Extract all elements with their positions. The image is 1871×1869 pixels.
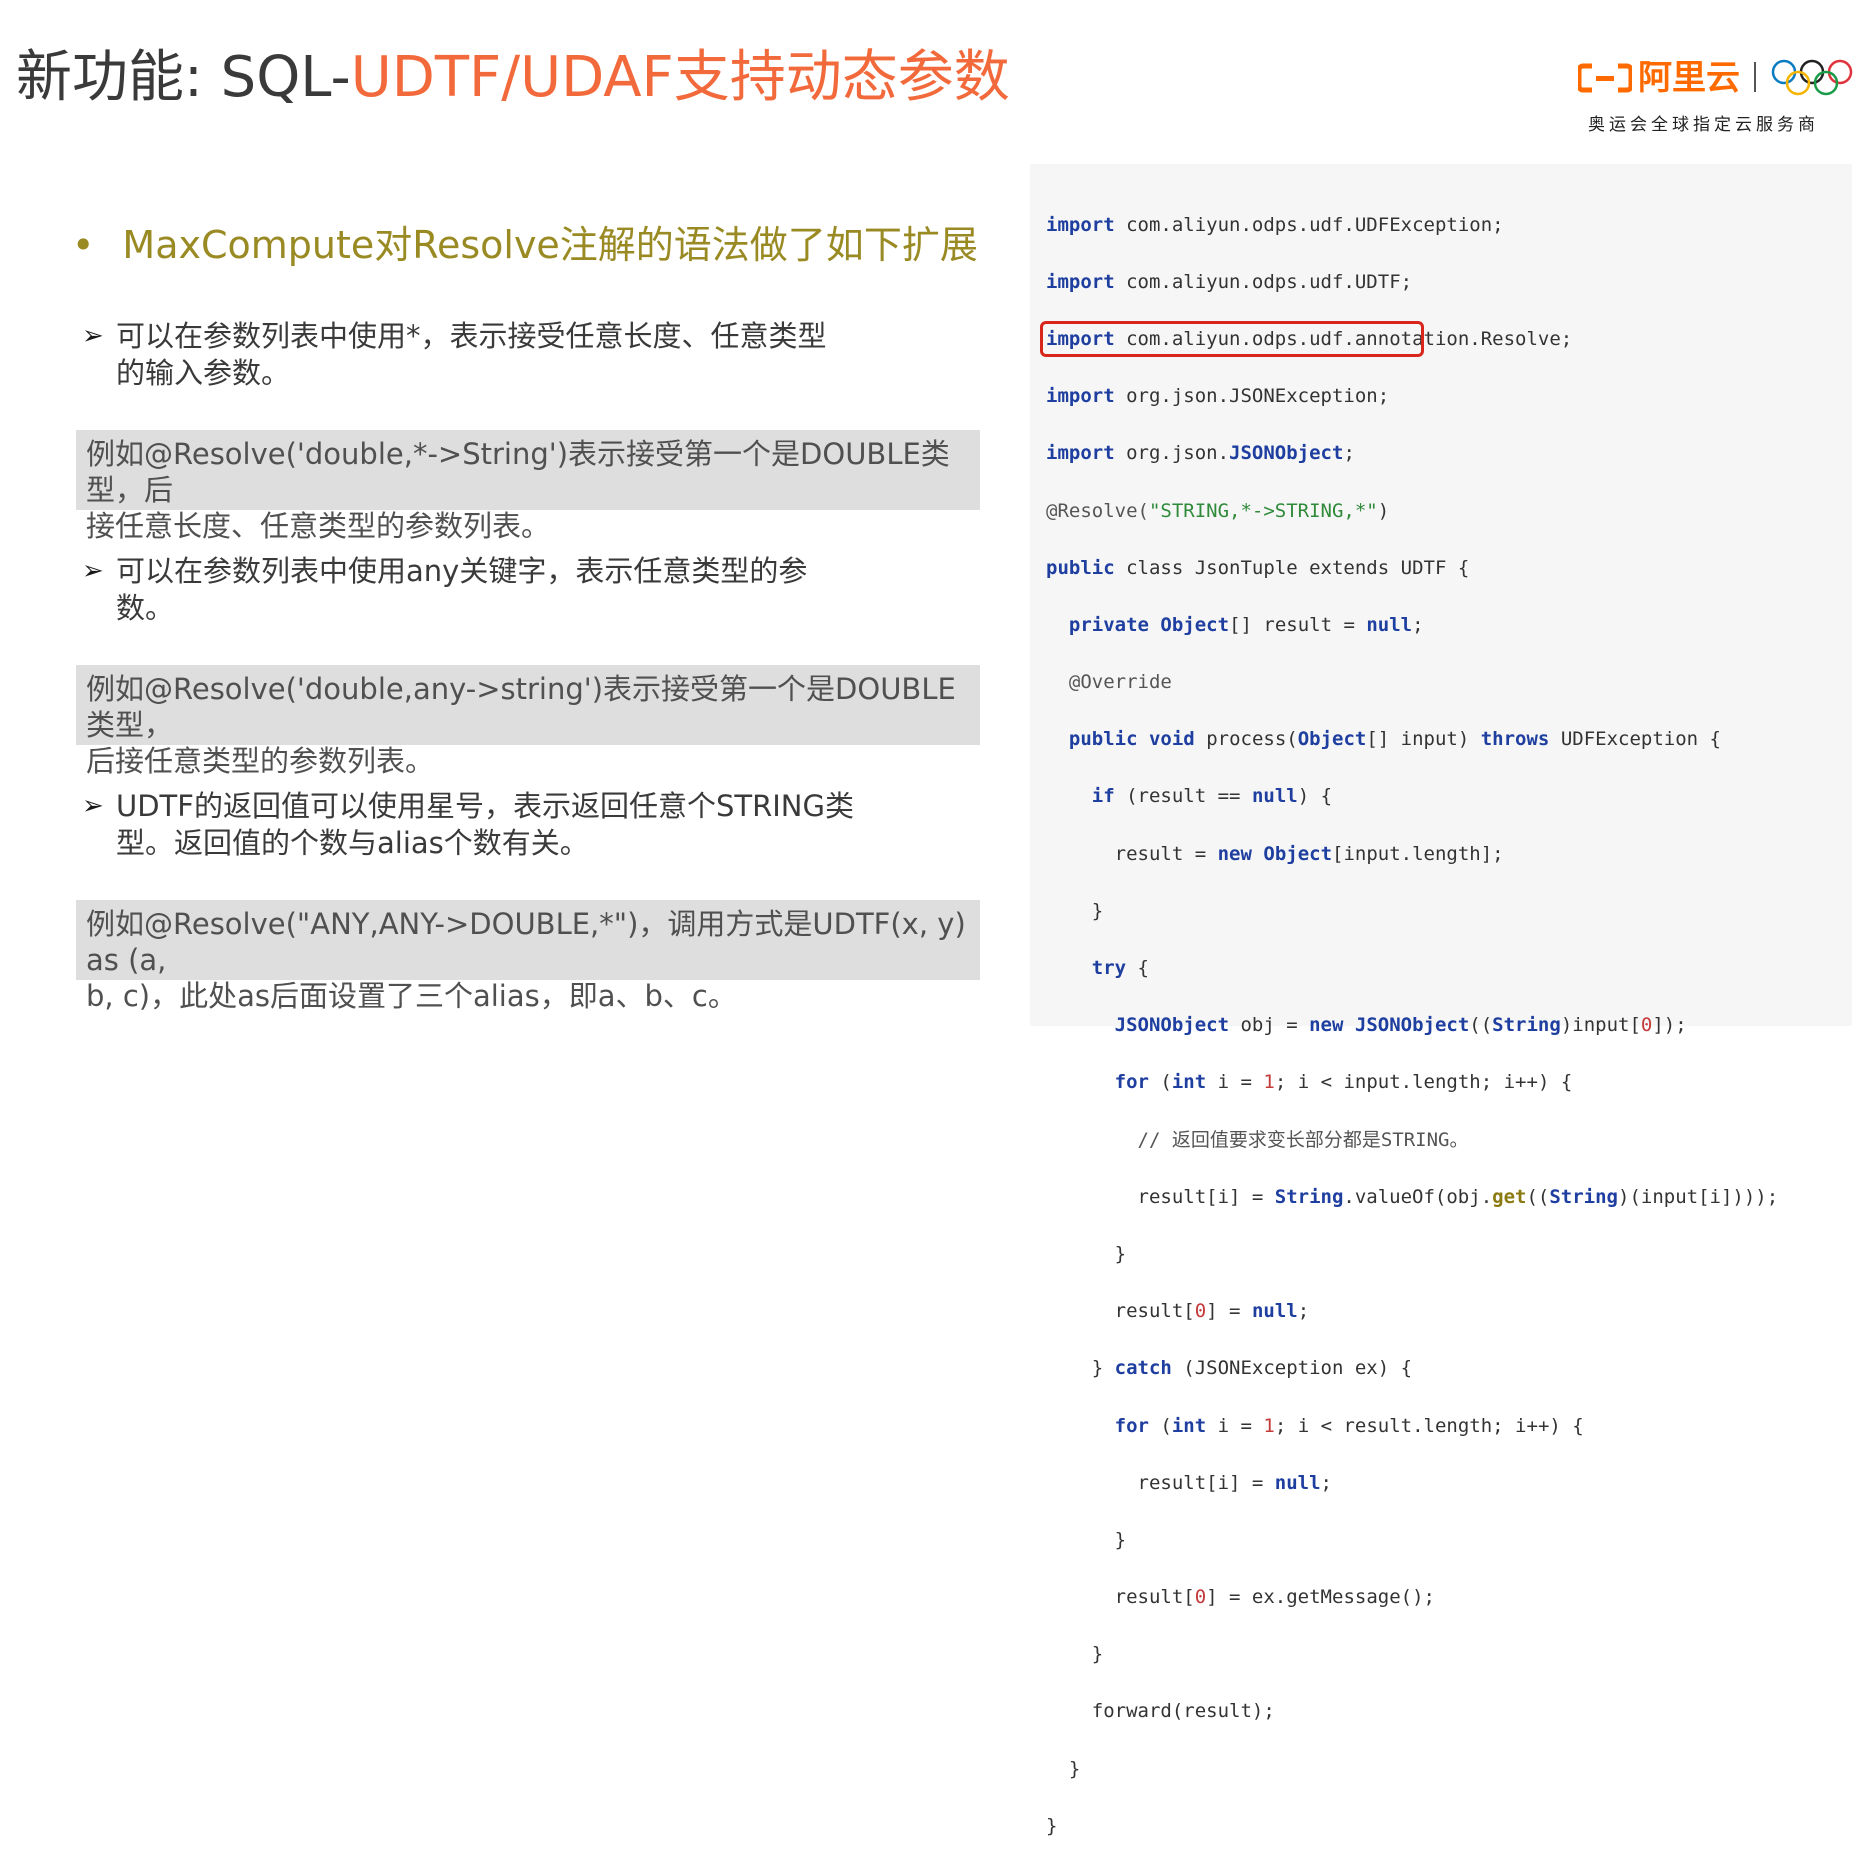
example-line: 例如@Resolve('double,*->String')表示接受第一个是DO… [86, 437, 950, 507]
bullet-text: MaxCompute对Resolve注解的语法做了如下扩展 [122, 223, 978, 267]
arrow-icon: ➢ [82, 321, 104, 351]
code-line: private Object[] result = null; [1068, 613, 1424, 636]
text-line: 可以在参数列表中使用any关键字，表示任意类型的参 [116, 554, 808, 588]
code-line: import org.json.JSONObject; [1046, 442, 1355, 465]
code-line: import com.aliyun.odps.udf.UDTF; [1046, 270, 1413, 293]
alibaba-cloud-icon [1578, 63, 1632, 93]
code-line-annotation: @Resolve("STRING,*->STRING,*") [1046, 499, 1390, 522]
code-line: result[0] = null; [1046, 1300, 1310, 1323]
feature-point-text: UDTF的返回值可以使用星号，表示返回任意个STRING类 型。返回值的个数与a… [116, 788, 856, 862]
example-box-2: 例如@Resolve('double,any->string')表示接受第一个是… [76, 665, 980, 778]
code-line: result = new Object[input.length]; [1046, 842, 1504, 865]
alibaba-cloud-logo: 阿里云 奥运会全球指定云服务商 [1578, 56, 1860, 140]
example-line: 例如@Resolve('double,any->string')表示接受第一个是… [86, 672, 956, 742]
code-line: } [1046, 1643, 1104, 1666]
bullet-marker: • [72, 223, 95, 267]
code-line: @Override [1068, 671, 1172, 694]
text-line: 可以在参数列表中使用*，表示接受任意长度、任意类型 [116, 319, 827, 353]
code-line: result[i] = null; [1046, 1471, 1333, 1494]
code-line: } catch (JSONException ex) { [1046, 1357, 1413, 1380]
title-prefix: 新功能: SQL- [16, 45, 351, 110]
brand-name: 阿里云 [1638, 58, 1740, 98]
logo-separator [1754, 62, 1756, 92]
example-line: 例如@Resolve("ANY,ANY->DOUBLE,*")，调用方式是UDT… [86, 907, 966, 977]
code-line: if (result == null) { [1091, 785, 1333, 808]
code-line: // 返回值要求变长部分都是STRING。 [1137, 1128, 1469, 1151]
text-line: 数。 [116, 591, 175, 625]
brand: 阿里云 [1578, 56, 1740, 100]
code-line: public void process(Object[] input) thro… [1068, 728, 1721, 751]
main-bullet: • MaxCompute对Resolve注解的语法做了如下扩展 [72, 214, 978, 269]
text-line: UDTF的返回值可以使用星号，表示返回任意个STRING类 [116, 789, 854, 823]
code-line: try { [1091, 957, 1149, 980]
code-block: import com.aliyun.odps.udf.UDFException;… [1046, 182, 1778, 1869]
code-line: } [1046, 1528, 1127, 1551]
code-line: result[0] = ex.getMessage(); [1046, 1586, 1435, 1609]
example-line: 后接任意类型的参数列表。 [86, 744, 435, 778]
code-line: } [1046, 1757, 1081, 1780]
example-line: b, c)，此处as后面设置了三个alias，即a、b、c。 [86, 979, 737, 1013]
example-box-3: 例如@Resolve("ANY,ANY->DOUBLE,*")，调用方式是UDT… [76, 900, 980, 1013]
code-line: result[i] = String.valueOf(obj.get((Stri… [1046, 1185, 1779, 1208]
text-line: 型。返回值的个数与alias个数有关。 [116, 826, 589, 860]
example-line: 接任意长度、任意类型的参数列表。 [86, 509, 551, 543]
annotation-highlight-box [1040, 321, 1424, 357]
code-line: JSONObject obj = new JSONObject((String)… [1114, 1014, 1687, 1037]
logo-subtitle: 奥运会全球指定云服务商 [1588, 115, 1819, 135]
text-line: 的输入参数。 [116, 356, 291, 390]
code-line: public class JsonTuple extends UDTF { [1046, 556, 1470, 579]
page-title: 新功能: SQL-UDTF/UDAF支持动态参数 [16, 42, 1010, 114]
arrow-icon: ➢ [82, 556, 104, 586]
feature-point-text: 可以在参数列表中使用*，表示接受任意长度、任意类型 的输入参数。 [116, 318, 856, 392]
code-line: forward(result); [1046, 1700, 1275, 1723]
arrow-icon: ➢ [82, 791, 104, 821]
code-line: for (int i = 1; i < result.length; i++) … [1114, 1414, 1584, 1437]
code-line: import org.json.JSONException; [1046, 385, 1390, 408]
feature-point-text: 可以在参数列表中使用any关键字，表示任意类型的参 数。 [116, 553, 856, 627]
code-line: for (int i = 1; i < input.length; i++) { [1114, 1071, 1573, 1094]
example-box-1: 例如@Resolve('double,*->String')表示接受第一个是DO… [76, 430, 980, 543]
code-line: } [1046, 899, 1104, 922]
code-line: } [1046, 1814, 1058, 1837]
code-line: import com.aliyun.odps.udf.UDFException; [1046, 213, 1504, 236]
olympic-rings-icon [1771, 59, 1853, 96]
code-line: } [1046, 1242, 1127, 1265]
title-highlight: UDTF/UDAF支持动态参数 [350, 45, 1010, 110]
